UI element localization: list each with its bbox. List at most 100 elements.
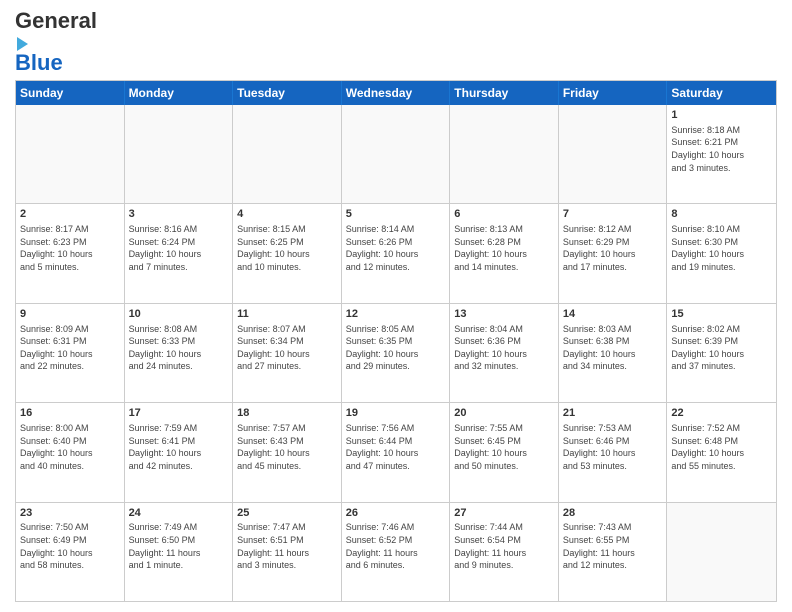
calendar-cell (450, 105, 559, 203)
calendar-cell: 25Sunrise: 7:47 AM Sunset: 6:51 PM Dayli… (233, 503, 342, 601)
day-number: 6 (454, 207, 554, 222)
day-info: Sunrise: 8:00 AM Sunset: 6:40 PM Dayligh… (20, 422, 120, 472)
day-info: Sunrise: 7:50 AM Sunset: 6:49 PM Dayligh… (20, 521, 120, 571)
day-number: 13 (454, 307, 554, 322)
calendar-cell: 28Sunrise: 7:43 AM Sunset: 6:55 PM Dayli… (559, 503, 668, 601)
day-number: 28 (563, 506, 663, 521)
weekday-header: Friday (559, 81, 668, 105)
weekday-header: Monday (125, 81, 234, 105)
weekday-header: Sunday (16, 81, 125, 105)
calendar-cell: 27Sunrise: 7:44 AM Sunset: 6:54 PM Dayli… (450, 503, 559, 601)
day-info: Sunrise: 7:56 AM Sunset: 6:44 PM Dayligh… (346, 422, 446, 472)
calendar-cell: 20Sunrise: 7:55 AM Sunset: 6:45 PM Dayli… (450, 403, 559, 501)
day-number: 12 (346, 307, 446, 322)
calendar-cell: 21Sunrise: 7:53 AM Sunset: 6:46 PM Dayli… (559, 403, 668, 501)
day-number: 19 (346, 406, 446, 421)
day-info: Sunrise: 8:09 AM Sunset: 6:31 PM Dayligh… (20, 323, 120, 373)
calendar-cell: 18Sunrise: 7:57 AM Sunset: 6:43 PM Dayli… (233, 403, 342, 501)
calendar-row: 1Sunrise: 8:18 AM Sunset: 6:21 PM Daylig… (16, 105, 776, 204)
day-info: Sunrise: 7:57 AM Sunset: 6:43 PM Dayligh… (237, 422, 337, 472)
day-number: 26 (346, 506, 446, 521)
calendar-cell: 10Sunrise: 8:08 AM Sunset: 6:33 PM Dayli… (125, 304, 234, 402)
calendar-cell: 16Sunrise: 8:00 AM Sunset: 6:40 PM Dayli… (16, 403, 125, 501)
calendar-cell: 7Sunrise: 8:12 AM Sunset: 6:29 PM Daylig… (559, 204, 668, 302)
day-number: 24 (129, 506, 229, 521)
day-number: 14 (563, 307, 663, 322)
day-info: Sunrise: 7:47 AM Sunset: 6:51 PM Dayligh… (237, 521, 337, 571)
day-number: 16 (20, 406, 120, 421)
weekday-header: Tuesday (233, 81, 342, 105)
day-number: 7 (563, 207, 663, 222)
calendar-body: 1Sunrise: 8:18 AM Sunset: 6:21 PM Daylig… (16, 105, 776, 601)
day-info: Sunrise: 8:08 AM Sunset: 6:33 PM Dayligh… (129, 323, 229, 373)
calendar-cell: 1Sunrise: 8:18 AM Sunset: 6:21 PM Daylig… (667, 105, 776, 203)
calendar-header: SundayMondayTuesdayWednesdayThursdayFrid… (16, 81, 776, 105)
logo: General Blue (15, 10, 105, 74)
day-number: 11 (237, 307, 337, 322)
calendar-cell (667, 503, 776, 601)
calendar-cell: 14Sunrise: 8:03 AM Sunset: 6:38 PM Dayli… (559, 304, 668, 402)
calendar-cell (233, 105, 342, 203)
calendar-row: 16Sunrise: 8:00 AM Sunset: 6:40 PM Dayli… (16, 403, 776, 502)
calendar-cell: 15Sunrise: 8:02 AM Sunset: 6:39 PM Dayli… (667, 304, 776, 402)
day-info: Sunrise: 8:12 AM Sunset: 6:29 PM Dayligh… (563, 223, 663, 273)
calendar-cell: 23Sunrise: 7:50 AM Sunset: 6:49 PM Dayli… (16, 503, 125, 601)
logo-blue: Blue (15, 52, 105, 74)
calendar-cell: 26Sunrise: 7:46 AM Sunset: 6:52 PM Dayli… (342, 503, 451, 601)
day-info: Sunrise: 8:15 AM Sunset: 6:25 PM Dayligh… (237, 223, 337, 273)
day-info: Sunrise: 8:03 AM Sunset: 6:38 PM Dayligh… (563, 323, 663, 373)
day-number: 3 (129, 207, 229, 222)
logo-text: General (15, 10, 105, 54)
calendar-cell (16, 105, 125, 203)
day-info: Sunrise: 8:02 AM Sunset: 6:39 PM Dayligh… (671, 323, 772, 373)
day-number: 5 (346, 207, 446, 222)
calendar-cell (559, 105, 668, 203)
day-info: Sunrise: 8:17 AM Sunset: 6:23 PM Dayligh… (20, 223, 120, 273)
day-number: 22 (671, 406, 772, 421)
calendar-row: 9Sunrise: 8:09 AM Sunset: 6:31 PM Daylig… (16, 304, 776, 403)
day-number: 20 (454, 406, 554, 421)
day-info: Sunrise: 8:16 AM Sunset: 6:24 PM Dayligh… (129, 223, 229, 273)
calendar-cell: 4Sunrise: 8:15 AM Sunset: 6:25 PM Daylig… (233, 204, 342, 302)
weekday-header: Saturday (667, 81, 776, 105)
calendar-cell: 11Sunrise: 8:07 AM Sunset: 6:34 PM Dayli… (233, 304, 342, 402)
weekday-header: Wednesday (342, 81, 451, 105)
day-number: 27 (454, 506, 554, 521)
day-info: Sunrise: 7:55 AM Sunset: 6:45 PM Dayligh… (454, 422, 554, 472)
calendar-cell (342, 105, 451, 203)
day-info: Sunrise: 8:14 AM Sunset: 6:26 PM Dayligh… (346, 223, 446, 273)
day-info: Sunrise: 7:53 AM Sunset: 6:46 PM Dayligh… (563, 422, 663, 472)
weekday-header: Thursday (450, 81, 559, 105)
calendar-cell: 8Sunrise: 8:10 AM Sunset: 6:30 PM Daylig… (667, 204, 776, 302)
calendar-cell: 6Sunrise: 8:13 AM Sunset: 6:28 PM Daylig… (450, 204, 559, 302)
day-info: Sunrise: 7:52 AM Sunset: 6:48 PM Dayligh… (671, 422, 772, 472)
day-number: 4 (237, 207, 337, 222)
calendar-cell: 17Sunrise: 7:59 AM Sunset: 6:41 PM Dayli… (125, 403, 234, 501)
day-info: Sunrise: 7:46 AM Sunset: 6:52 PM Dayligh… (346, 521, 446, 571)
day-info: Sunrise: 8:05 AM Sunset: 6:35 PM Dayligh… (346, 323, 446, 373)
day-number: 8 (671, 207, 772, 222)
day-number: 18 (237, 406, 337, 421)
calendar-cell: 22Sunrise: 7:52 AM Sunset: 6:48 PM Dayli… (667, 403, 776, 501)
calendar-cell: 19Sunrise: 7:56 AM Sunset: 6:44 PM Dayli… (342, 403, 451, 501)
day-info: Sunrise: 8:13 AM Sunset: 6:28 PM Dayligh… (454, 223, 554, 273)
day-number: 1 (671, 108, 772, 123)
day-number: 23 (20, 506, 120, 521)
day-number: 15 (671, 307, 772, 322)
calendar-cell: 12Sunrise: 8:05 AM Sunset: 6:35 PM Dayli… (342, 304, 451, 402)
calendar-row: 23Sunrise: 7:50 AM Sunset: 6:49 PM Dayli… (16, 503, 776, 601)
calendar-cell: 3Sunrise: 8:16 AM Sunset: 6:24 PM Daylig… (125, 204, 234, 302)
calendar-cell: 2Sunrise: 8:17 AM Sunset: 6:23 PM Daylig… (16, 204, 125, 302)
day-number: 2 (20, 207, 120, 222)
day-info: Sunrise: 7:59 AM Sunset: 6:41 PM Dayligh… (129, 422, 229, 472)
calendar-cell: 24Sunrise: 7:49 AM Sunset: 6:50 PM Dayli… (125, 503, 234, 601)
calendar-cell: 13Sunrise: 8:04 AM Sunset: 6:36 PM Dayli… (450, 304, 559, 402)
page: General Blue SundayMondayTuesdayWednesda… (0, 0, 792, 612)
day-number: 9 (20, 307, 120, 322)
calendar: SundayMondayTuesdayWednesdayThursdayFrid… (15, 80, 777, 602)
day-info: Sunrise: 8:18 AM Sunset: 6:21 PM Dayligh… (671, 124, 772, 174)
day-info: Sunrise: 8:10 AM Sunset: 6:30 PM Dayligh… (671, 223, 772, 273)
calendar-row: 2Sunrise: 8:17 AM Sunset: 6:23 PM Daylig… (16, 204, 776, 303)
day-info: Sunrise: 8:07 AM Sunset: 6:34 PM Dayligh… (237, 323, 337, 373)
day-number: 17 (129, 406, 229, 421)
